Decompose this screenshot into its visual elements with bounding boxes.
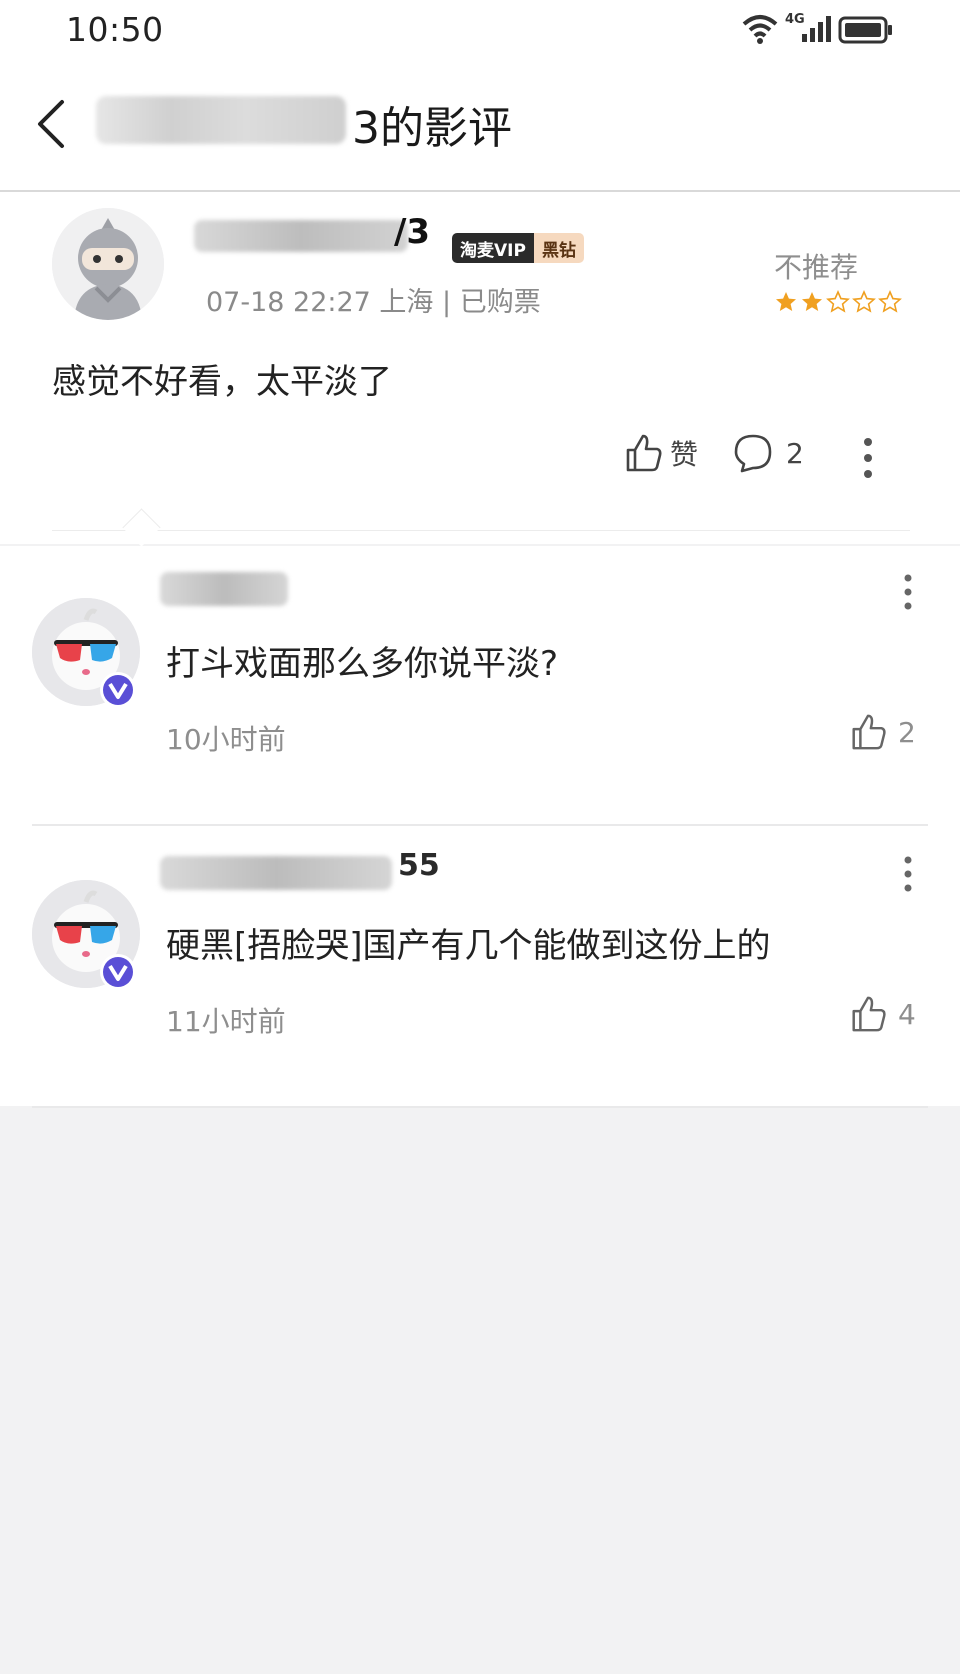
more-icon[interactable] <box>854 434 882 482</box>
title-redacted <box>96 96 346 144</box>
review-card: /3 淘麦VIP 黑钻 07-18 22:27 上海 | 已购票 不推荐 感觉不… <box>0 192 960 547</box>
comment-button[interactable]: 2 <box>732 432 804 474</box>
avatar[interactable] <box>52 208 164 320</box>
star-filled-icon <box>802 292 822 311</box>
thumbs-up-icon <box>852 714 886 750</box>
verified-v-icon <box>100 672 136 708</box>
more-icon[interactable] <box>896 572 920 612</box>
review-username[interactable]: /3 <box>394 212 430 252</box>
like-button[interactable]: 赞 <box>622 432 698 474</box>
header-bar: 3的影评 <box>0 62 960 192</box>
reply-pointer <box>122 508 161 547</box>
reply-username-redacted <box>160 856 392 890</box>
wifi-icon <box>742 15 778 44</box>
reply-item: 打斗戏面那么多你说平淡? 10小时前 2 <box>0 546 960 826</box>
reply-username-redacted <box>160 572 288 606</box>
username-redacted <box>194 220 408 252</box>
review-meta: 07-18 22:27 上海 | 已购票 <box>206 287 541 318</box>
star-rating <box>774 290 902 314</box>
star-empty-icon <box>878 290 902 313</box>
reply-time: 11小时前 <box>166 1005 286 1038</box>
reply-text: 打斗戏面那么多你说平淡? <box>166 644 559 684</box>
reply-like-count: 4 <box>898 997 916 1031</box>
review-text: 感觉不好看，太平淡了 <box>52 362 392 402</box>
star-empty-icon <box>852 290 876 313</box>
recommendation-label: 不推荐 <box>774 251 859 284</box>
comment-icon <box>734 434 772 473</box>
status-bar: 10:50 4G <box>0 0 960 62</box>
reply-like-button[interactable]: 4 <box>848 994 916 1034</box>
more-icon[interactable] <box>896 854 920 894</box>
star-empty-icon <box>826 290 850 313</box>
ninja-avatar-icon <box>52 208 164 320</box>
reply-item: 55 硬黑[捂脸哭]国产有几个能做到这份上的 11小时前 4 <box>0 826 960 1106</box>
battery-icon <box>838 16 892 44</box>
reply-username[interactable]: 55 <box>398 848 440 883</box>
vip-badge-label: 淘麦VIP <box>452 233 534 263</box>
reply-time: 10小时前 <box>166 723 286 756</box>
like-label: 赞 <box>670 438 699 471</box>
signal-icon <box>802 16 831 42</box>
verified-v-icon <box>100 954 136 990</box>
vip-level-label: 黑钻 <box>533 233 584 263</box>
page-title: 3的影评 <box>352 103 512 154</box>
back-icon[interactable] <box>28 92 78 156</box>
reply-like-count: 2 <box>898 715 916 749</box>
divider <box>32 1106 928 1108</box>
vip-badge: 淘麦VIP 黑钻 <box>452 233 584 263</box>
thumbs-up-icon <box>852 996 886 1032</box>
status-time: 10:50 <box>66 10 164 49</box>
comment-count: 2 <box>786 436 804 470</box>
star-filled-icon <box>776 292 796 311</box>
reply-like-button[interactable]: 2 <box>848 712 916 752</box>
reply-text: 硬黑[捂脸哭]国产有几个能做到这份上的 <box>166 926 771 966</box>
thumbs-up-icon <box>626 434 662 472</box>
divider <box>52 530 910 531</box>
